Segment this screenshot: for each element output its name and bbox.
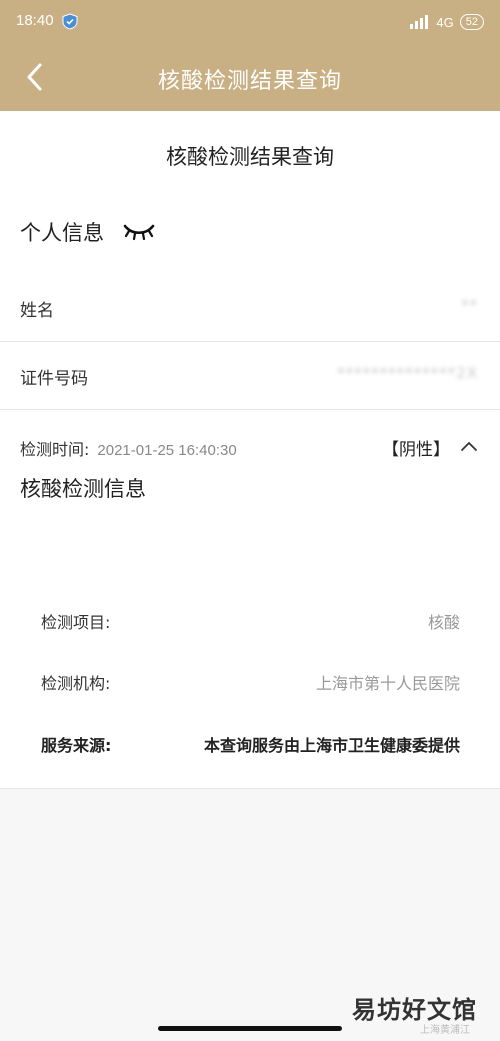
divider [0, 409, 500, 410]
app-header: 18:40 4G 52 核酸检测结果查询 [0, 0, 500, 111]
detail-label: 检测项目: [41, 613, 111, 632]
content-bottom-divider [0, 788, 500, 789]
test-time-value: 2021-01-25 16:40:30 [97, 442, 237, 459]
name-label: 姓名 [20, 301, 54, 321]
detail-item-project: 检测项目: 核酸 [41, 609, 460, 633]
test-time: 检测时间: 2021-01-25 16:40:30 [20, 436, 237, 460]
battery-indicator: 52 [459, 14, 484, 30]
detail-value: 核酸 [427, 613, 460, 632]
id-row: 证件号码 **************2X [0, 342, 500, 408]
name-row: 姓名 ** [0, 274, 500, 340]
detail-item-institution: 检测机构: 上海市第十人民医院 [41, 670, 460, 694]
detail-value: 上海市第十人民医院 [315, 674, 460, 693]
closed-eye-icon[interactable] [122, 220, 156, 242]
page-title: 核酸检测结果查询 [166, 145, 334, 169]
test-result-badge: 【阴性】 [382, 440, 450, 460]
network-type: 4G [436, 14, 454, 30]
shield-icon [62, 13, 78, 30]
chevron-up-icon[interactable] [460, 439, 478, 453]
watermark: 易坊好文馆 [352, 996, 477, 1024]
test-info-heading: 核酸检测信息 [20, 477, 146, 501]
test-time-label: 检测时间: [20, 440, 90, 459]
personal-info-heading: 个人信息 [20, 221, 104, 245]
navbar: 核酸检测结果查询 [0, 44, 500, 111]
signal-icon [410, 15, 429, 29]
name-value: ** [461, 296, 478, 314]
detail-label: 服务来源: [41, 736, 112, 755]
id-label: 证件号码 [20, 369, 88, 389]
nav-title: 核酸检测结果查询 [157, 69, 342, 94]
detail-label: 检测机构: [41, 674, 111, 693]
status-time: 18:40 [16, 12, 54, 29]
status-right: 4G 52 [410, 12, 484, 32]
watermark-small: 上海黄浦江 [420, 1025, 470, 1036]
home-indicator[interactable] [158, 1026, 342, 1031]
detail-item-source: 服务来源: 本查询服务由上海市卫生健康委提供 [41, 732, 460, 756]
status-bar: 18:40 4G 52 [0, 0, 500, 44]
detail-value: 本查询服务由上海市卫生健康委提供 [203, 736, 460, 755]
id-value: **************2X [337, 364, 478, 382]
